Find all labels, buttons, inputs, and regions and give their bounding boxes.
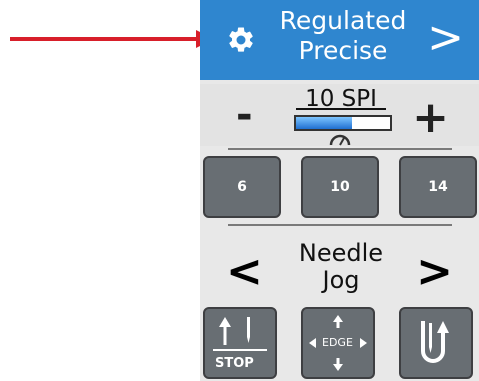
jog-prev-button[interactable]: < <box>226 246 263 297</box>
spi-increase-button[interactable]: + <box>412 92 449 143</box>
divider <box>228 224 452 226</box>
jog-title-line2: Jog <box>322 266 360 294</box>
annotation-arrow-shaft <box>10 37 200 41</box>
edge-label: EDGE <box>322 336 353 349</box>
gear-icon[interactable] <box>226 25 256 55</box>
spi-preset-6-button[interactable]: 6 <box>203 156 281 218</box>
mode-title: Regulated Precise <box>268 6 418 66</box>
needle-jog-control: < Needle Jog > <box>200 236 479 302</box>
next-mode-button[interactable]: > <box>427 13 464 63</box>
control-panel: Regulated Precise > - 10 SPI + 6 10 14 <… <box>200 0 479 381</box>
spi-control: - 10 SPI + <box>200 84 479 146</box>
jog-title: Needle Jog <box>268 240 414 294</box>
needle-stop-button[interactable]: STOP <box>203 307 277 379</box>
spi-level-bar <box>294 115 392 131</box>
mode-title-line2: Precise <box>298 36 388 65</box>
gauge-icon <box>329 134 351 146</box>
spi-preset-14-button[interactable]: 14 <box>399 156 477 218</box>
stop-label: STOP <box>215 356 254 371</box>
spi-preset-10-button[interactable]: 10 <box>301 156 379 218</box>
mode-title-line1: Regulated <box>279 6 407 35</box>
mode-header: Regulated Precise > <box>200 0 479 80</box>
jog-title-line1: Needle <box>298 239 384 267</box>
spi-level-fill <box>296 117 353 129</box>
spi-value-label: 10 SPI <box>288 86 394 112</box>
spi-decrease-button[interactable]: - <box>236 92 253 138</box>
edge-button[interactable]: EDGE <box>301 307 375 379</box>
thread-trim-button[interactable] <box>399 307 473 379</box>
divider <box>228 148 452 150</box>
thread-loop-icon <box>421 321 449 363</box>
jog-next-button[interactable]: > <box>416 246 453 297</box>
